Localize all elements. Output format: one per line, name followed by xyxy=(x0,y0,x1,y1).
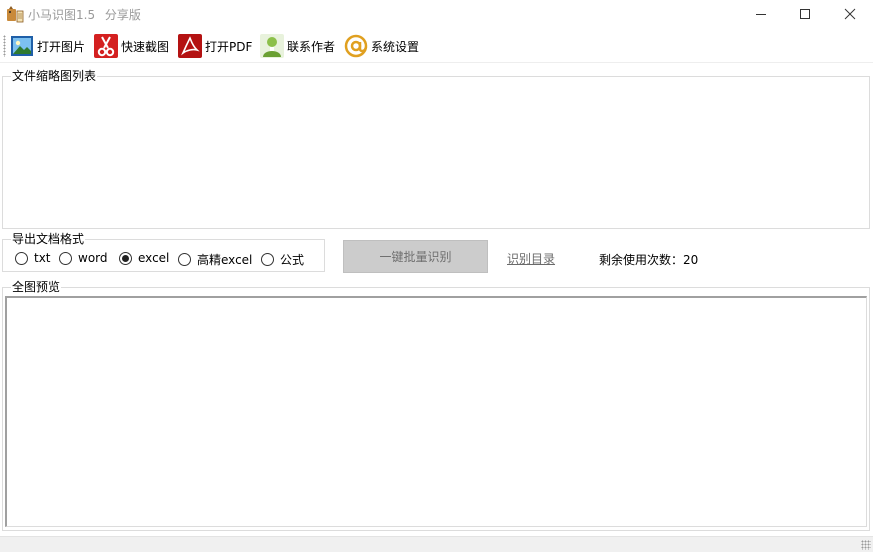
at-sign-icon xyxy=(344,34,368,58)
status-bar xyxy=(0,536,873,552)
radio-word-label: word xyxy=(78,251,108,265)
resize-grip-icon[interactable] xyxy=(861,540,871,550)
remaining-uses-text: 剩余使用次数：20 xyxy=(599,253,699,267)
contact-author-button[interactable]: 联系作者 xyxy=(260,32,335,60)
horse-app-icon xyxy=(7,6,24,23)
radio-excel-circle[interactable] xyxy=(119,251,132,265)
thumbnail-list-label: 文件缩略图列表 xyxy=(11,69,98,83)
radio-txt-circle[interactable] xyxy=(15,251,28,265)
quick-screenshot-label: 快速截图 xyxy=(121,39,170,54)
contact-person-icon xyxy=(260,34,284,58)
radio-excel[interactable]: excel xyxy=(119,251,169,265)
title-bar: 小马识图1.5 分享版 xyxy=(0,0,873,28)
radio-high-precision-excel-label: 高精excel xyxy=(197,253,253,267)
system-settings-label: 系统设置 xyxy=(371,39,420,54)
radio-high-precision-excel-circle[interactable] xyxy=(178,253,191,266)
toolbar: 打开图片 快速截图 打开PDF 联系作者 系统设置 xyxy=(0,29,873,63)
radio-txt[interactable]: txt xyxy=(15,251,51,265)
system-settings-button[interactable]: 系统设置 xyxy=(344,32,419,60)
thumbnail-list-group[interactable]: 文件缩略图列表 xyxy=(2,69,870,229)
radio-formula-label: 公式 xyxy=(280,253,305,267)
export-format-group: 导出文档格式 txt word excel 高精excel 公式 xyxy=(2,232,325,272)
image-icon xyxy=(11,36,33,56)
scissors-icon xyxy=(94,34,118,58)
maximize-button[interactable] xyxy=(782,0,828,28)
preview-area[interactable] xyxy=(5,296,867,527)
quick-screenshot-button[interactable]: 快速截图 xyxy=(94,32,169,60)
contact-author-label: 联系作者 xyxy=(287,39,336,54)
export-format-label: 导出文档格式 xyxy=(11,232,86,246)
pdf-icon xyxy=(178,34,202,58)
radio-excel-label: excel xyxy=(138,251,170,265)
maximize-icon xyxy=(800,9,810,19)
minimize-icon xyxy=(756,14,766,15)
toolbar-grip[interactable] xyxy=(3,35,6,57)
full-preview-label: 全图预览 xyxy=(11,280,62,294)
radio-formula[interactable]: 公式 xyxy=(261,251,304,268)
minimize-button[interactable] xyxy=(738,0,784,28)
recognize-directory-link[interactable]: 识别目录 xyxy=(507,250,555,267)
open-pdf-button[interactable]: 打开PDF xyxy=(178,32,252,60)
radio-txt-label: txt xyxy=(34,251,51,265)
close-icon xyxy=(844,8,856,20)
open-image-label: 打开图片 xyxy=(37,39,86,54)
batch-recognize-button[interactable]: 一键批量识别 xyxy=(343,240,488,273)
radio-formula-circle[interactable] xyxy=(261,253,274,266)
window-title: 小马识图1.5 分享版 xyxy=(28,6,141,23)
radio-high-precision-excel[interactable]: 高精excel xyxy=(178,251,252,268)
close-button[interactable] xyxy=(827,0,873,28)
radio-word-circle[interactable] xyxy=(59,251,72,265)
window-title-name: 小马识图1.5 xyxy=(28,8,96,22)
open-image-button[interactable]: 打开图片 xyxy=(10,32,85,60)
window-title-edition: 分享版 xyxy=(104,8,141,22)
open-pdf-label: 打开PDF xyxy=(205,39,253,54)
radio-word[interactable]: word xyxy=(59,251,108,265)
